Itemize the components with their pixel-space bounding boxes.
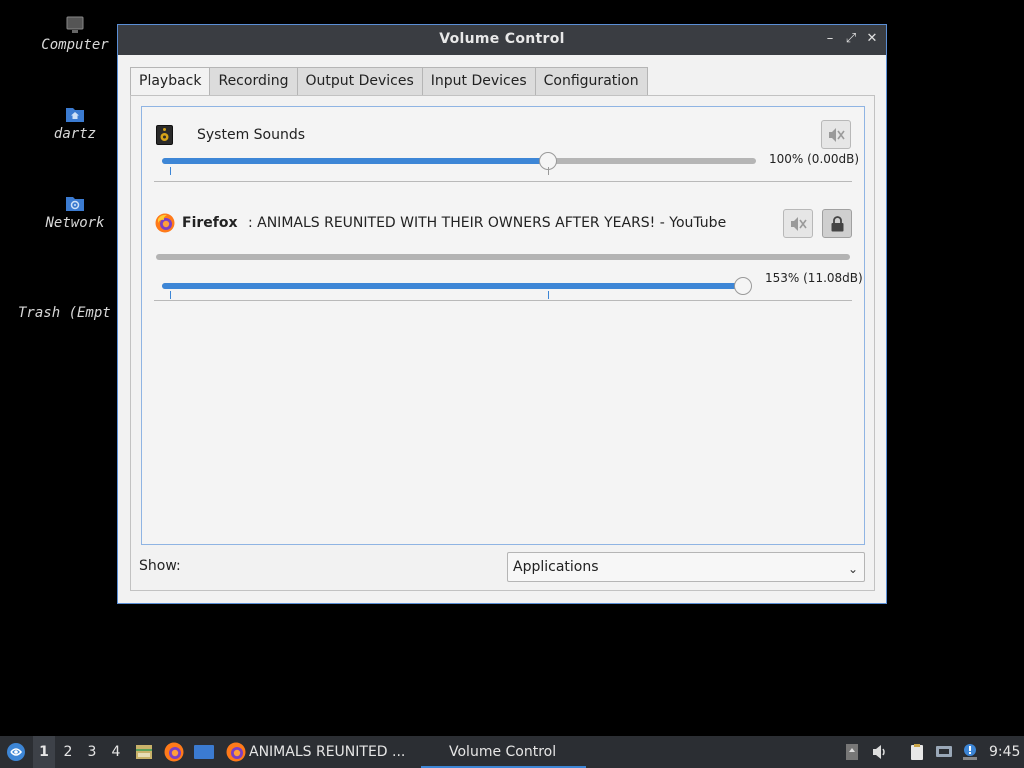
computer-icon <box>66 16 84 33</box>
taskbar-task-firefox[interactable]: ANIMALS REUNITED ... <box>224 736 414 768</box>
slider-tick <box>170 167 171 175</box>
slider-tick <box>548 291 549 299</box>
desktop-icon <box>194 745 214 759</box>
volume-slider-knob[interactable] <box>734 277 753 295</box>
row-divider <box>154 300 852 301</box>
mute-button[interactable] <box>821 120 851 149</box>
desktop-icon-label: dartz <box>53 126 97 142</box>
desktop-icon-label: Network <box>45 215 105 231</box>
volume-level-label: 100% (0.00dB) <box>769 152 860 166</box>
lock-icon <box>831 216 844 232</box>
stream-list: System Sounds 100% (0.00dB) Firefox: AN… <box>141 106 865 545</box>
volume-level-label: 153% (11.08dB) <box>765 271 863 285</box>
stream-app-name: System Sounds <box>197 127 306 143</box>
maximize-button[interactable]: ⤢ <box>844 32 858 46</box>
volume-control-window: Volume Control – ⤢ ✕ Playback Recording … <box>117 24 887 604</box>
desktop-icon-trash[interactable]: Trash (Empt <box>12 305 122 321</box>
firefox-icon <box>155 213 175 233</box>
task-label: Volume Control <box>449 744 557 760</box>
network-folder-icon <box>66 197 84 211</box>
window-title: Volume Control <box>439 31 565 47</box>
desktop-icon-label: Computer <box>41 37 109 53</box>
show-label: Show: <box>139 558 181 574</box>
window-titlebar[interactable]: Volume Control – ⤢ ✕ <box>118 25 886 55</box>
chevron-down-icon: ⌄ <box>847 562 858 576</box>
desktop-icon-label: Trash (Empt <box>18 305 111 321</box>
speaker-muted-icon <box>791 217 807 231</box>
speaker-muted-icon <box>829 128 845 142</box>
show-desktop-button[interactable] <box>192 736 214 768</box>
workspace-3[interactable]: 3 <box>81 736 103 768</box>
tab-bar: Playback Recording Output Devices Input … <box>130 67 648 96</box>
file-manager-icon <box>136 745 152 759</box>
playback-panel: System Sounds 100% (0.00dB) Firefox: AN… <box>130 95 875 591</box>
desktop-icon-dartz[interactable]: dartz <box>20 105 130 142</box>
stream-media-title: : ANIMALS REUNITED WITH THEIR OWNERS AFT… <box>247 215 727 231</box>
volume-slider-fill <box>162 158 549 164</box>
stream-app-name: Firefox : ANIMALS REUNITED WITH THEIR OW… <box>182 215 726 231</box>
tab-recording[interactable]: Recording <box>210 67 298 96</box>
volume-slider[interactable] <box>162 277 753 295</box>
clipboard-icon[interactable] <box>908 743 926 761</box>
slider-tick <box>170 291 171 299</box>
volume-slider-fill <box>162 283 744 289</box>
scroll-up-icon[interactable] <box>843 743 861 761</box>
firefox-icon <box>226 742 246 762</box>
speaker-icon <box>156 125 173 145</box>
workspace-2[interactable]: 2 <box>57 736 79 768</box>
mute-button[interactable] <box>783 209 813 238</box>
show-filter-select[interactable]: Applications ⌄ <box>507 552 865 582</box>
volume-slider[interactable] <box>162 152 756 170</box>
stream-app-title: Firefox <box>182 215 238 231</box>
workspace-4[interactable]: 4 <box>105 736 127 768</box>
start-menu-button[interactable] <box>4 736 28 768</box>
lock-channels-button[interactable] <box>822 209 852 238</box>
clock[interactable]: 9:45 <box>989 736 1020 768</box>
firefox-launcher[interactable] <box>163 736 185 768</box>
taskbar: 1 2 3 4 ANIMALS REUNITED ... Volume Cont… <box>0 736 1024 768</box>
file-manager-launcher[interactable] <box>133 736 155 768</box>
slider-tick <box>548 167 549 175</box>
update-notifier-icon[interactable] <box>961 743 979 761</box>
firefox-icon <box>164 742 184 762</box>
volume-tray-icon[interactable] <box>871 743 889 761</box>
tab-configuration[interactable]: Configuration <box>535 67 648 96</box>
tab-input-devices[interactable]: Input Devices <box>422 67 536 96</box>
row-divider <box>154 181 852 182</box>
task-label: ANIMALS REUNITED ... <box>249 744 406 760</box>
taskbar-task-volume-control[interactable]: Volume Control <box>421 736 586 768</box>
home-folder-icon <box>66 108 84 122</box>
close-button[interactable]: ✕ <box>865 32 879 46</box>
network-tray-icon[interactable] <box>935 743 953 761</box>
desktop-icon-network[interactable]: Network <box>20 194 130 231</box>
show-filter-value: Applications <box>513 559 599 575</box>
workspace-1[interactable]: 1 <box>33 736 55 768</box>
minimize-button[interactable]: – <box>823 32 837 46</box>
tab-playback[interactable]: Playback <box>130 67 211 96</box>
peak-meter <box>156 254 850 260</box>
app-menu-icon <box>7 743 25 761</box>
tab-output-devices[interactable]: Output Devices <box>297 67 423 96</box>
desktop-icon-computer[interactable]: Computer <box>20 16 130 53</box>
